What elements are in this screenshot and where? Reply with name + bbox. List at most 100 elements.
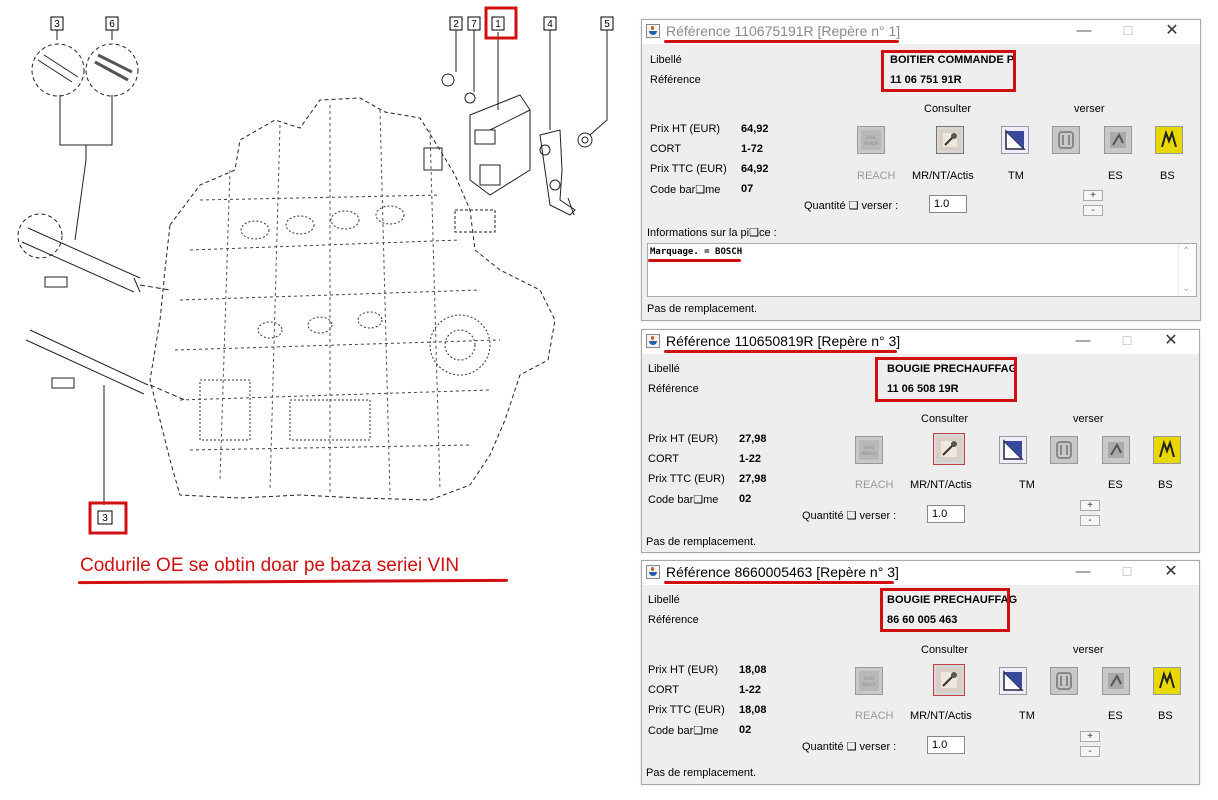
maximize-button[interactable]: ☐ [1108,21,1148,41]
reach-label: REACH [855,479,894,491]
prix-ttc-value: 27,98 [739,473,767,485]
close-button[interactable]: ✕ [1152,21,1192,41]
quantite-label: Quantité ❑ verser : [802,741,897,753]
cort-label: CORT [650,143,681,155]
es-tool-button[interactable] [1052,126,1080,154]
java-app-icon [646,24,660,38]
cort-label: CORT [648,453,679,465]
remplacement-text: Pas de remplacement. [646,767,757,779]
reach-tool-button[interactable]: SVHC REACH [855,667,883,695]
bs-label: BS [1160,170,1175,182]
bs-tool-button[interactable] [1153,667,1181,695]
quantite-input[interactable]: 1.0 [927,505,965,523]
quantity-decrement[interactable]: - [1083,205,1103,216]
exploded-engine-diagram: 3 6 2 7 1 4 5 3 [17,6,614,535]
es-print-tool-button[interactable] [1102,436,1130,464]
infos-scrollbar[interactable]: ⌃ ⌄ [1178,244,1196,296]
svg-text:REACH: REACH [862,451,876,456]
quantite-label: Quantité ❑ verser : [802,510,897,522]
close-button[interactable]: ✕ [1151,331,1191,351]
consulter-label: Consulter [921,644,969,656]
cort-value: 1-72 [741,143,764,155]
prix-ht-label: Prix HT (EUR) [650,123,721,135]
code-barre-label: Code bar❑me [648,725,719,737]
remplacement-text: Pas de remplacement. [646,536,757,548]
bs-label: BS [1158,710,1173,722]
callout-5: 5 [604,19,610,30]
mr-nt-actis-tool-button[interactable] [933,664,965,696]
quantite-label: Quantité ❑ verser : [804,200,899,212]
code-barre-label: Code bar❑me [648,494,719,506]
highlight-libelle-reference [875,357,1017,402]
maximize-button[interactable]: ☐ [1107,331,1147,351]
infos-textarea[interactable]: Marquage. = BOSCH ⌃ ⌄ [647,243,1197,297]
callout-2: 2 [453,19,459,30]
tm-tool-button[interactable] [999,667,1027,695]
es-label: ES [1108,710,1123,722]
callout-1: 1 [495,19,501,30]
quantite-input[interactable]: 1.0 [927,736,965,754]
highlight-libelle-reference [881,50,1016,92]
prix-ttc-value: 18,08 [739,704,767,716]
tm-tool-button[interactable] [999,436,1027,464]
title-bar[interactable]: Référence 110650819R [Repère n° 3] — ☐ ✕ [642,330,1199,354]
svg-text:SVHC: SVHC [863,445,874,450]
callout-4: 4 [547,19,553,30]
callout-6: 6 [109,19,115,30]
java-app-icon [646,334,660,348]
callout-3a: 3 [54,19,60,30]
cort-value: 1-22 [739,453,762,465]
minimize-button[interactable]: — [1063,562,1103,582]
minimize-button[interactable]: — [1063,331,1103,351]
svg-text:SVHC: SVHC [863,676,874,681]
quantity-increment[interactable]: + [1083,190,1103,201]
quantite-input[interactable]: 1.0 [929,195,967,213]
prix-ht-value: 27,98 [739,433,767,445]
tm-label: TM [1019,710,1035,722]
close-button[interactable]: ✕ [1151,562,1191,582]
bs-tool-button[interactable] [1155,126,1183,154]
es-tool-button[interactable] [1050,667,1078,695]
mr-nt-actis-tool-button[interactable] [933,433,965,465]
es-tool-button[interactable] [1050,436,1078,464]
consulter-label: Consulter [924,103,972,115]
callout-7: 7 [471,19,477,30]
window-title: Référence 110650819R [Repère n° 3] [666,333,901,349]
prix-ht-label: Prix HT (EUR) [648,664,719,676]
mr-nt-actis-tool-button[interactable] [936,126,964,154]
verser-label: verser [1074,103,1105,115]
svg-text:REACH: REACH [862,682,876,687]
quantity-increment[interactable]: + [1080,731,1100,742]
quantity-decrement[interactable]: - [1080,515,1100,526]
libelle-label: Libellé [648,594,680,606]
bs-tool-button[interactable] [1153,436,1181,464]
quantity-decrement[interactable]: - [1080,746,1100,757]
code-barre-label: Code bar❑me [650,184,721,196]
minimize-button[interactable]: — [1064,21,1104,41]
reference-label: Référence [648,614,699,626]
window-title: Référence 8660005463 [Repère n° 3] [666,564,899,580]
title-bar[interactable]: Référence 8660005463 [Repère n° 3] — ☐ ✕ [642,561,1199,585]
prix-ht-value: 18,08 [739,664,767,676]
es-print-tool-button[interactable] [1102,667,1130,695]
mrnt-label: MR/NT/Actis [912,170,974,182]
tm-label: TM [1008,170,1024,182]
reach-tool-button[interactable]: SVHC REACH [857,126,885,154]
window-title: Référence 110675191R [Repère n° 1] [666,23,901,39]
prix-ttc-value: 64,92 [741,163,769,175]
title-underline [664,581,894,584]
es-label: ES [1108,479,1123,491]
quantity-increment[interactable]: + [1080,500,1100,511]
tm-tool-button[interactable] [1001,126,1029,154]
reach-tool-button[interactable]: SVHC REACH [855,436,883,464]
code-barre-value: 07 [741,183,754,195]
title-bar[interactable]: Référence 110675191R [Repère n° 1] — ☐ ✕ [642,20,1200,44]
maximize-button[interactable]: ☐ [1107,562,1147,582]
mrnt-label: MR/NT/Actis [910,479,972,491]
reference-window-3: Référence 8660005463 [Repère n° 3] — ☐ ✕… [641,560,1200,785]
prix-ttc-label: Prix TTC (EUR) [648,473,725,485]
infos-label: Informations sur la pi❑ce : [647,227,777,239]
code-barre-value: 02 [739,724,752,736]
es-print-tool-button[interactable] [1104,126,1132,154]
java-app-icon [646,565,660,579]
